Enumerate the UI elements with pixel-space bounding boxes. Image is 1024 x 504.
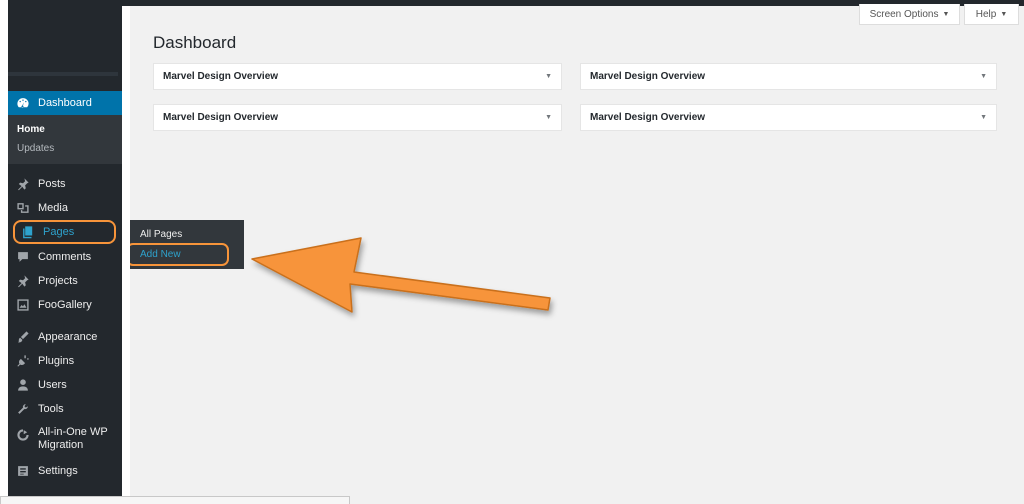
sidebar-item-projects[interactable]: Projects [8, 270, 130, 292]
flyout-item-all-pages[interactable]: All Pages [140, 229, 182, 240]
pin-icon [16, 274, 30, 288]
settings-icon [16, 464, 30, 478]
brush-icon [16, 330, 30, 344]
migration-icon [16, 428, 30, 442]
sidebar-item-media[interactable]: Media [8, 197, 130, 219]
sidebar-item-label: Dashboard [38, 97, 92, 109]
caret-down-icon: ▼ [942, 10, 950, 18]
sidebar-item-label: Pages [43, 226, 75, 238]
sidebar-item-label: Tools [38, 403, 64, 415]
sidebar-item-pages[interactable]: Pages [13, 220, 116, 244]
sidebar-item-label: All-in-One WP [38, 426, 108, 438]
dashboard-widget[interactable]: Marvel Design Overview ▼ [153, 63, 562, 90]
screen-options-label: Screen Options [869, 8, 939, 20]
sidebar-item-label: Media [38, 202, 68, 214]
page-title: Dashboard [153, 33, 237, 52]
caret-down-icon: ▼ [1000, 10, 1008, 18]
widget-title: Marvel Design Overview [590, 112, 706, 123]
media-icon [16, 201, 30, 215]
widget-title: Marvel Design Overview [163, 71, 279, 82]
sidebar-item-label: Posts [38, 178, 66, 190]
sidebar-item-label: Settings [38, 465, 78, 477]
sidebar-item-posts[interactable]: Posts [8, 173, 130, 195]
sidebar-item-label-line2: Migration [38, 439, 84, 451]
widget-title: Marvel Design Overview [590, 71, 706, 82]
left-edge [0, 0, 8, 504]
sidebar-item-comments[interactable]: Comments [8, 246, 130, 268]
sidebar-item-label: Appearance [38, 331, 98, 343]
toggle-arrow-icon[interactable]: ▼ [545, 73, 552, 80]
site-divider [8, 72, 118, 76]
dashboard-submenu [8, 115, 130, 164]
toggle-arrow-icon[interactable]: ▼ [980, 73, 987, 80]
sidebar-item-foogallery[interactable]: FooGallery [8, 294, 130, 316]
sidebar-item-label: FooGallery [38, 299, 92, 311]
sidebar-item-settings[interactable]: Settings [8, 460, 130, 482]
dashboard-widget[interactable]: Marvel Design Overview ▼ [580, 63, 997, 90]
pin-icon [16, 177, 30, 191]
sidebar-item-dashboard[interactable]: Dashboard [8, 91, 130, 115]
sidebar-gutter [122, 6, 130, 504]
toggle-arrow-icon[interactable]: ▼ [980, 114, 987, 121]
pages-icon [21, 225, 35, 239]
gallery-icon [16, 298, 30, 312]
sidebar-item-all-in-one-wp-migration[interactable]: All-in-One WP Migration [8, 426, 130, 456]
sidebar-item-tools[interactable]: Tools [8, 398, 130, 420]
sidebar-item-label: Projects [38, 275, 78, 287]
submenu-item-updates[interactable]: Updates [17, 143, 54, 154]
screen-options-button[interactable]: Screen Options ▼ [859, 4, 960, 25]
dashboard-icon [16, 96, 30, 110]
submenu-item-home[interactable]: Home [17, 124, 45, 135]
sidebar-item-plugins[interactable]: Plugins [8, 350, 130, 372]
browser-status-bar [0, 496, 350, 504]
help-button[interactable]: Help ▼ [964, 4, 1019, 25]
wrench-icon [16, 402, 30, 416]
sidebar-item-label: Users [38, 379, 67, 391]
widget-title: Marvel Design Overview [163, 112, 279, 123]
comment-icon [16, 250, 30, 264]
annotation-arrow-icon [251, 237, 551, 313]
flyout-item-add-new[interactable]: Add New [126, 243, 229, 266]
user-icon [16, 378, 30, 392]
sidebar-item-appearance[interactable]: Appearance [8, 326, 130, 348]
dashboard-widget[interactable]: Marvel Design Overview ▼ [580, 104, 997, 131]
sidebar-item-users[interactable]: Users [8, 374, 130, 396]
toggle-arrow-icon[interactable]: ▼ [545, 114, 552, 121]
help-label: Help [975, 8, 997, 20]
dashboard-widget[interactable]: Marvel Design Overview ▼ [153, 104, 562, 131]
sidebar-item-label: Comments [38, 251, 92, 263]
sidebar-item-label: Plugins [38, 355, 75, 367]
plugin-icon [16, 354, 30, 368]
